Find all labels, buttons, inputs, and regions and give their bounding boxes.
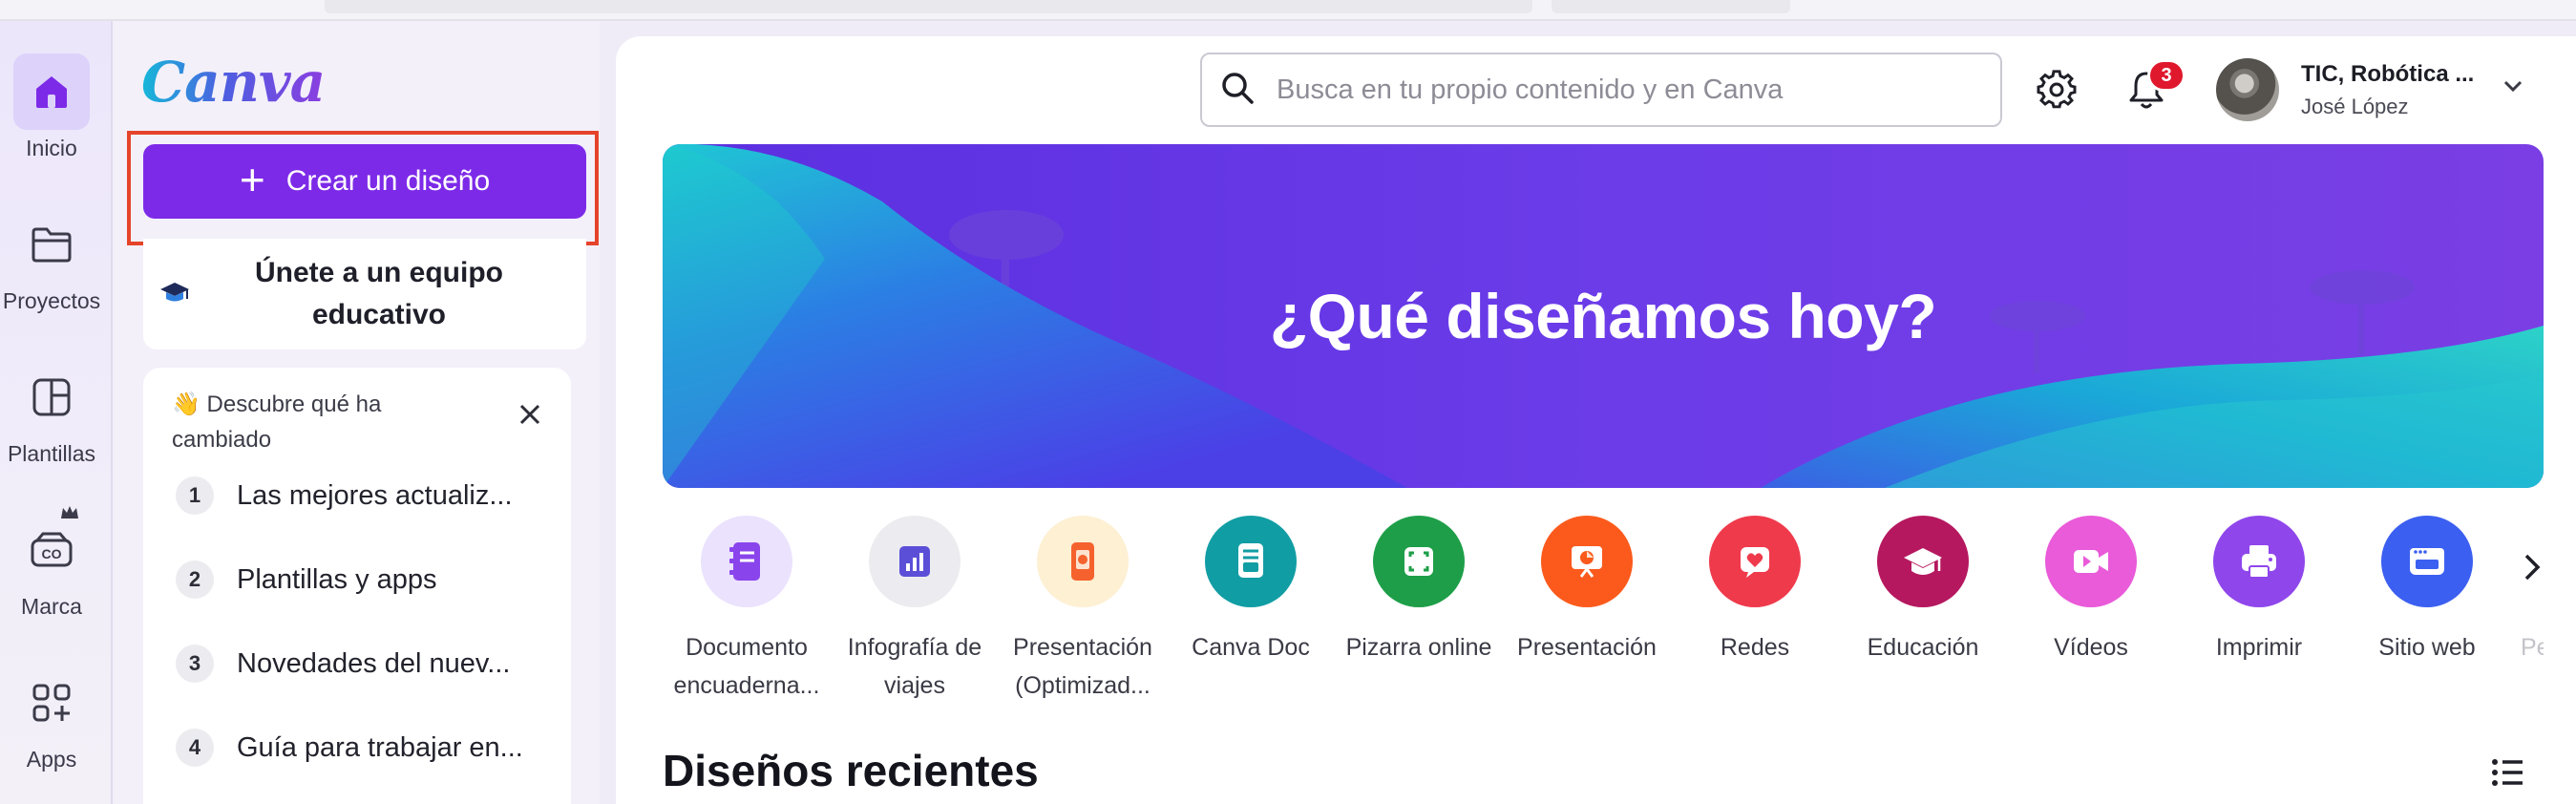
browser-tab[interactable] [325, 0, 1532, 13]
crown-icon [59, 504, 80, 526]
design-categories: Documento encuaderna... Infografía de vi… [663, 516, 2544, 707]
settings-gear-icon[interactable] [2037, 70, 2077, 115]
category-pizarra[interactable]: Pizarra online [1335, 516, 1503, 666]
create-design-label: Crear un diseño [285, 165, 491, 197]
category-presentacion-optimizada[interactable]: Presentación (Optimizad... [999, 516, 1167, 705]
category-label: Documento encuaderna... [673, 634, 820, 699]
website-icon [2381, 516, 2473, 607]
category-infografia[interactable]: Infografía de viajes [831, 516, 999, 705]
rail-label: Apps [26, 747, 77, 772]
rail-item-apps[interactable]: Apps [0, 665, 103, 772]
discover-item-number: 2 [176, 561, 214, 599]
canva-doc-icon [1205, 516, 1297, 607]
infographic-icon [869, 516, 961, 607]
hero-title: ¿Qué diseñamos hoy? [1269, 281, 1937, 351]
discover-item-number: 3 [176, 645, 214, 683]
rail-label: Proyectos [2, 288, 101, 313]
category-label: Presentación [1517, 634, 1657, 661]
join-team-card[interactable]: Únete a un equipo educativo [143, 239, 586, 349]
discover-item-label: Novedades del nuev... [237, 647, 511, 679]
graduation-cap-icon [158, 279, 191, 310]
svg-text:CO: CO [42, 546, 62, 561]
plus-icon: + [239, 155, 265, 204]
create-design-button[interactable]: + Crear un diseño [143, 144, 586, 219]
discover-item[interactable]: 4 Guía para trabajar en... [176, 729, 523, 767]
rail-item-plantillas[interactable]: Plantillas [0, 359, 103, 467]
category-sitio-web[interactable]: Sitio web [2343, 516, 2511, 666]
discover-item-label: Las mejores actualiz... [237, 479, 513, 511]
category-label: Pizarra online [1345, 634, 1492, 661]
search-bar[interactable] [1200, 53, 2002, 127]
recent-designs-title: Diseños recientes [663, 746, 1039, 795]
education-cap-icon [1877, 516, 1969, 607]
whiteboard-icon [1373, 516, 1465, 607]
account-name[interactable]: TIC, Robótica ... [2301, 61, 2474, 88]
left-rail: Inicio Proyectos Plantillas CO Marca App… [0, 21, 113, 804]
category-canva-doc[interactable]: Canva Doc [1167, 516, 1335, 666]
chevron-down-icon[interactable] [2502, 78, 2524, 98]
rail-label: Inicio [26, 136, 77, 160]
apps-icon [13, 665, 90, 741]
rail-label: Plantillas [7, 441, 96, 466]
video-icon [2045, 516, 2137, 607]
discover-item[interactable]: 2 Plantillas y apps [176, 561, 437, 599]
category-redes[interactable]: Redes [1671, 516, 1839, 666]
avatar[interactable] [2216, 58, 2279, 121]
chevron-right-icon[interactable] [2521, 550, 2544, 589]
discover-item-label: Guía para trabajar en... [237, 731, 523, 763]
category-label: Vídeos [2054, 634, 2128, 661]
rail-label: Marca [21, 594, 82, 619]
category-documento[interactable]: Documento encuaderna... [663, 516, 831, 705]
discover-title: 👋 Descubre qué ha cambiado [172, 391, 382, 453]
discover-item-label: Plantillas y apps [237, 563, 437, 595]
category-label: Infografía de viajes [847, 634, 982, 699]
discover-item[interactable]: 3 Novedades del nuev... [176, 645, 510, 683]
canva-logo[interactable]: Canva [141, 50, 326, 115]
discover-item-number: 1 [176, 476, 214, 515]
close-icon[interactable] [517, 402, 542, 432]
folder-icon [13, 206, 90, 283]
notification-badge: 3 [2147, 59, 2185, 92]
print-icon [2213, 516, 2305, 607]
rail-item-marca[interactable]: CO Marca [0, 506, 103, 620]
category-more[interactable]: Pe... [2511, 516, 2544, 666]
browser-tab[interactable] [1552, 0, 1790, 13]
discover-item-number: 4 [176, 729, 214, 767]
category-label: Sitio web [2378, 634, 2476, 661]
presentation-icon [1541, 516, 1633, 607]
rail-item-inicio[interactable]: Inicio [0, 53, 103, 161]
search-icon [1219, 70, 1256, 111]
account-user: José López [2301, 95, 2409, 118]
search-input[interactable] [1275, 73, 1981, 107]
list-view-icon[interactable] [2490, 756, 2524, 793]
home-icon [13, 53, 90, 130]
category-label: Pe... [2521, 634, 2544, 661]
presentation-mobile-icon [1037, 516, 1129, 607]
rail-item-proyectos[interactable]: Proyectos [0, 206, 103, 314]
bound-document-icon [701, 516, 792, 607]
join-team-text: Únete a un equipo educativo [254, 257, 503, 330]
social-heart-icon [1709, 516, 1801, 607]
category-presentacion[interactable]: Presentación [1503, 516, 1671, 666]
category-imprimir[interactable]: Imprimir [2175, 516, 2343, 666]
discover-panel: 👋 Descubre qué ha cambiado 1 Las mejores… [143, 368, 571, 804]
brand-icon: CO [13, 506, 90, 588]
hero-banner: ¿Qué diseñamos hoy? [663, 144, 2544, 488]
templates-icon [13, 359, 90, 435]
category-label: Presentación (Optimizad... [1013, 634, 1152, 699]
category-label: Educación [1867, 634, 1979, 661]
category-educacion[interactable]: Educación [1839, 516, 2007, 666]
category-label: Canva Doc [1192, 634, 1310, 661]
discover-item[interactable]: 1 Las mejores actualiz... [176, 476, 513, 515]
category-label: Imprimir [2215, 634, 2303, 661]
category-label: Redes [1720, 634, 1790, 661]
browser-top-strip [0, 0, 2576, 21]
category-videos[interactable]: Vídeos [2007, 516, 2175, 666]
